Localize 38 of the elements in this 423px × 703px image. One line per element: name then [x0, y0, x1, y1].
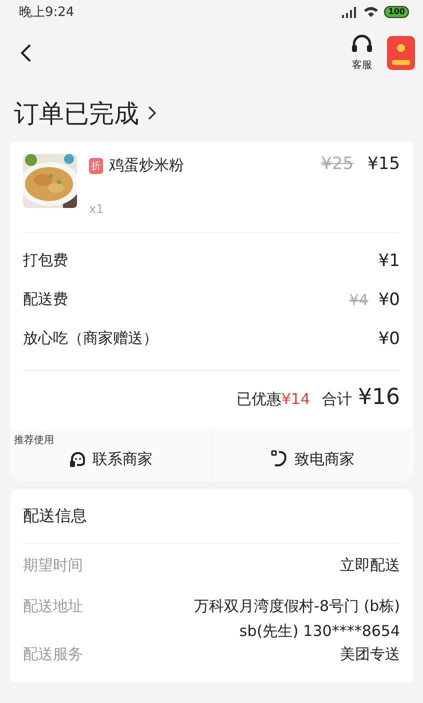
info-value: 立即配送: [340, 556, 400, 575]
gift-envelope-icon[interactable]: [387, 36, 415, 70]
contact-merchant-button[interactable]: 联系商家: [64, 446, 156, 472]
total-label: 合计: [322, 390, 352, 409]
chat-headset-icon: [68, 450, 86, 468]
fee-amount: ¥1: [378, 250, 400, 270]
discount-tag: 折: [89, 158, 103, 174]
wifi-icon: [363, 6, 380, 18]
item-quantity: x1: [89, 202, 105, 216]
info-value: sb(先生) 130****8654: [239, 622, 400, 641]
fee-label: 配送费: [23, 290, 68, 309]
order-status-title[interactable]: 订单已完成: [14, 96, 139, 130]
fee-amount: ¥0: [378, 328, 400, 348]
fee-label: 打包费: [23, 251, 68, 270]
recommend-label: 推荐使用: [14, 434, 54, 447]
original-price: ¥25: [321, 154, 354, 174]
info-value: 美团专送: [340, 645, 400, 664]
original-fee: ¥4: [349, 290, 368, 308]
saved-amount: ¥14: [281, 390, 310, 408]
info-label: 配送地址: [23, 597, 83, 617]
total-amount: ¥16: [358, 385, 400, 410]
info-value: 万科双月湾度假村-8号门 (b栋): [194, 597, 400, 616]
customer-service-button[interactable]: 客服: [351, 34, 373, 72]
phone-icon: [270, 450, 288, 468]
battery-indicator: 100: [384, 6, 409, 18]
saved-label: 已优惠: [236, 390, 282, 409]
status-time: 晚上9:24: [19, 4, 74, 21]
call-merchant-button[interactable]: 致电商家: [266, 446, 358, 472]
item-price: ¥15: [368, 154, 400, 174]
signal-icon: [342, 6, 358, 18]
fee-amount: ¥0: [378, 290, 400, 310]
info-label: 期望时间: [23, 556, 83, 576]
info-label: 配送服务: [23, 645, 83, 665]
back-icon[interactable]: [20, 43, 32, 63]
fee-label: 放心吃（商家赠送）: [23, 329, 158, 348]
item-name: 鸡蛋炒米粉: [109, 156, 184, 175]
chevron-right-icon[interactable]: [147, 105, 157, 121]
section-title: 配送信息: [23, 505, 88, 527]
